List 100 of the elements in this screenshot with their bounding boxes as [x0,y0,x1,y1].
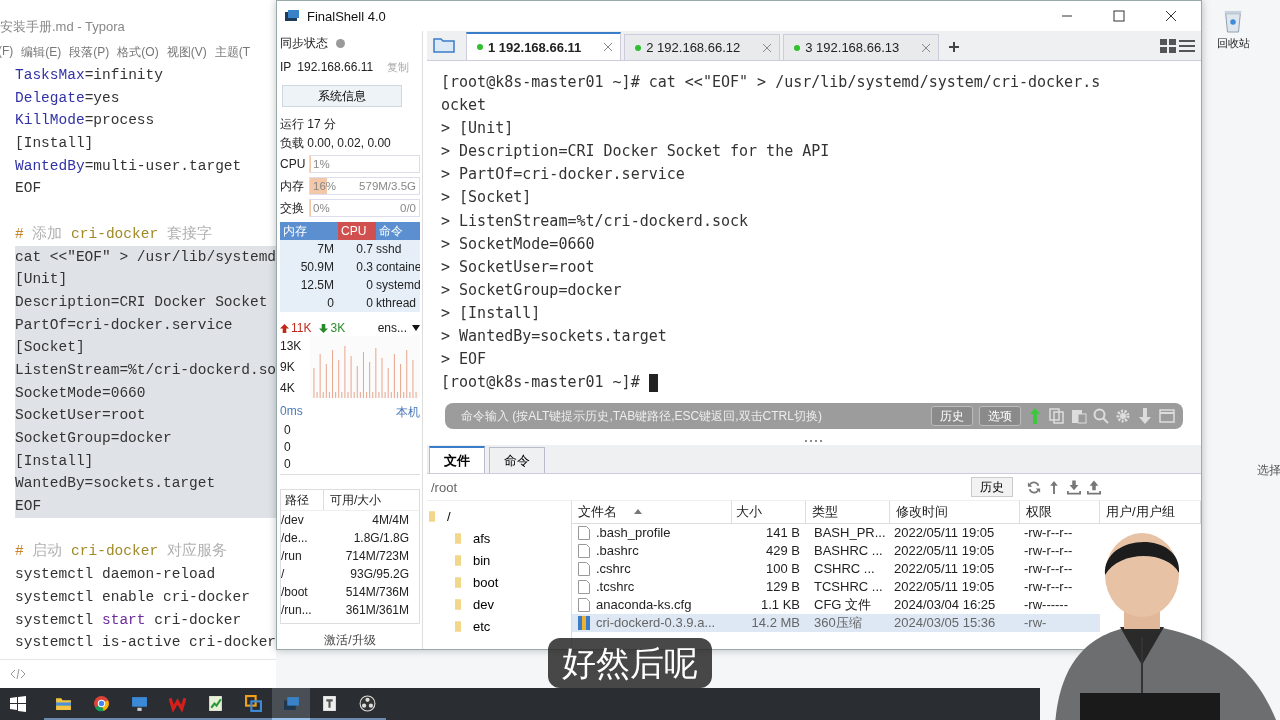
file-icon [578,580,590,594]
column-header[interactable]: 修改时间 [890,501,1020,523]
tree-item[interactable]: etc [473,618,491,634]
file-row[interactable]: cri-dockerd-0.3.9.a... 14.2 MB 360压缩 2024/03/05 15:36 -rw- [572,614,1100,632]
table-cell-text: 93G/95.2G [349,566,410,583]
terminal-line: > SocketMode=0660 [441,233,595,255]
panel-tab[interactable]: 命令 [489,447,545,473]
axis-label: 13K [280,339,303,354]
table-cell-text: 50.9M [299,259,335,276]
file-row[interactable]: .bash_profile 141 B BASH_PR... 2022/05/11 19:05 -rw-r--r-- [572,524,1100,542]
file-row[interactable]: .tcshrc 129 B TCSHRC ... 2022/05/11 19:05 -rw-r--r-- [572,578,1100,596]
table-cell-text: 0 [326,295,335,312]
panel-tab[interactable]: 文件 [429,446,485,473]
host-label: 本机 [396,404,420,421]
activate-link[interactable]: 激活/升级 [324,632,376,649]
column-header[interactable]: 用户/用户组 [1100,501,1201,523]
history-button[interactable]: 历史 [971,477,1013,497]
code-line: systemctl start cri-docker [15,610,243,630]
add-tab-icon[interactable] [948,41,961,53]
code-line: # 添加 cri-docker 套接字 [15,224,213,244]
column-header[interactable]: 类型 [806,501,890,523]
refresh-icon[interactable] [1027,479,1041,495]
tree-item[interactable]: afs [473,530,491,546]
folder-icon [455,531,461,545]
latency-label: 0ms [280,404,303,420]
recycle-bin-icon[interactable] [1222,8,1244,34]
table-cell-text: containe [376,259,420,276]
windows-start-icon[interactable] [10,696,26,712]
folder-icon [455,553,461,567]
terminal-line: > WantedBy=sockets.target [441,326,667,348]
menu-item[interactable]: 格式(O) [117,44,159,64]
interface-dropdown[interactable]: ens... [377,321,407,335]
upload-icon[interactable] [1087,479,1101,495]
code-line: systemctl daemon-reload [15,565,217,585]
latency-value: 0 [283,422,292,439]
path-text: /root [431,479,457,495]
uptime-text: 运行 17 分 [280,116,337,133]
session-tab[interactable]: 2 192.168.66.12 [624,34,781,60]
folder-icon [429,509,435,523]
terminal-line: > ListenStream=%t/cri-dockerd.sock [441,210,749,232]
tree-item[interactable]: dev [473,596,494,612]
table-cell-text: 12.5M [299,277,335,294]
file-icon [578,544,590,558]
tree-item[interactable]: / [447,508,451,524]
column-header[interactable]: CPU [338,222,376,240]
load-text: 负载 0.00, 0.02, 0.00 [280,135,392,152]
axis-label: 4K [280,380,296,395]
column-header[interactable]: 权限 [1020,501,1100,523]
terminal-line: [root@k8s-master01 ~]# [441,372,641,394]
menu-icon[interactable] [1179,39,1195,53]
terminal-line: > EOF [441,349,487,371]
download-arrow-icon [319,323,329,333]
table-cell-text: /dev [281,512,305,529]
table-cell-text: 0 [365,277,374,294]
desktop-icon-label[interactable]: 回收站 [1216,36,1250,51]
file-icon [578,526,590,540]
terminal-line: > SocketGroup=docker [441,279,622,301]
window-title: FinalShell 4.0 [307,8,386,24]
terminal-line: > [Unit] [441,118,514,140]
download-icon[interactable] [1067,479,1081,495]
grid-layout-icon[interactable] [1160,39,1176,53]
code-line: Delegate=yes [15,88,121,108]
meter-label: 交换 [280,199,305,217]
upload-speed: 11K [291,321,312,335]
terminal-line: > PartOf=cri-docker.service [441,164,685,186]
up-arrow-icon[interactable] [1047,479,1061,495]
menu-item[interactable]: 编辑(E) [21,44,62,64]
table-cell-text: 0.7 [355,241,374,258]
terminal-line: > [Socket] [441,187,532,209]
sync-label: 同步状态 [280,34,328,52]
table-cell-text: 1.8G/1.8G [352,530,410,547]
window-title: 安装手册.md - Typora [0,18,125,36]
column-header[interactable]: 大小 [732,501,806,523]
stacked-windows-icon[interactable] [272,688,310,720]
latency-value: 0 [283,439,292,456]
dropdown-arrow-icon[interactable] [412,325,420,331]
terminal-line: > SocketUser=root [441,256,595,278]
desktop-text: 选择 [1257,462,1280,479]
source-code-icon[interactable] [10,668,26,680]
session-tab[interactable]: 3 192.168.66.13 [783,34,940,60]
tree-item[interactable]: bin [473,552,491,568]
system-info-button[interactable]: 系统信息 [282,85,402,107]
table-cell-text: 4M/4M [371,512,410,529]
table-cell-text: 714M/723M [344,548,410,565]
usage-meter: 1% [309,155,420,173]
maximize-icon[interactable] [1113,10,1125,22]
menu-item[interactable]: 段落(P) [69,44,110,64]
code-line: systemctl enable cri-docker [15,587,251,607]
ip-label: IP [280,60,292,74]
tree-item[interactable]: boot [473,574,499,590]
terminal-line: > Description=CRI Docker Socket for the API [441,141,830,163]
file-row[interactable]: anaconda-ks.cfg 1.1 KB CFG 文件 2024/03/04 16:25 -rw------ [572,596,1100,614]
file-row[interactable]: .bashrc 429 B BASHRC ... 2022/05/11 19:05 -rw-r--r-- [572,542,1100,560]
code-line: TasksMax=infinity [15,66,164,85]
menu-item[interactable]: 主题(T [214,44,250,64]
menu-item[interactable]: 视图(V) [166,44,207,64]
file-row[interactable]: .cshrc 100 B CSHRC ... 2022/05/11 19:05 -rw-r--r-- [572,560,1100,578]
session-tab[interactable]: 1 192.168.66.11 [466,32,622,60]
close-icon[interactable] [1165,10,1177,22]
splitter-handle[interactable] [804,439,824,443]
